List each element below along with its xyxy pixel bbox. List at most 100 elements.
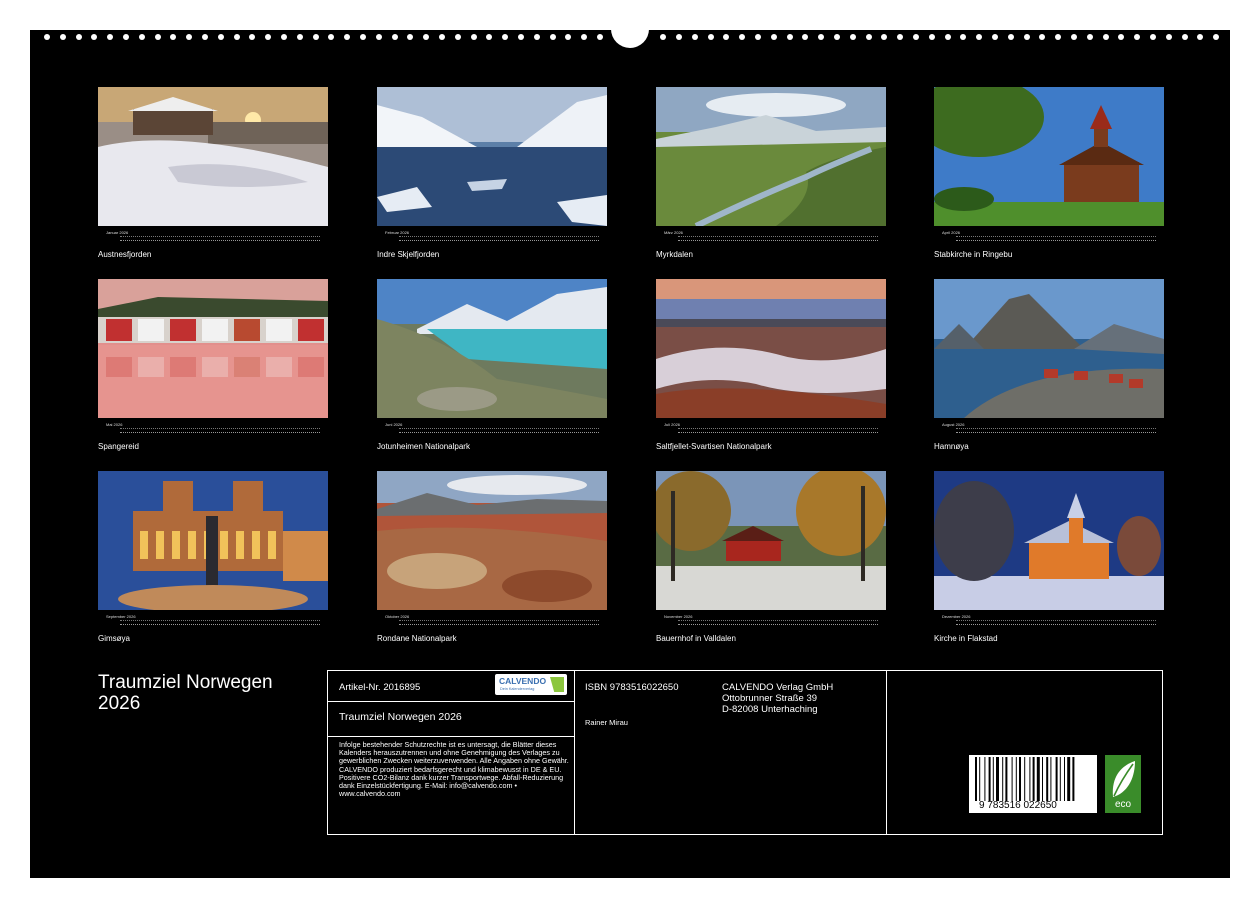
- publisher-city: D-82008 Unterhaching: [722, 704, 818, 715]
- barcode-bar: [1067, 757, 1071, 801]
- month-caption: Rondane Nationalpark: [377, 634, 457, 643]
- mini-calendar: März 2026: [664, 230, 878, 244]
- binding-hole: [945, 34, 951, 40]
- binding-hole: [913, 34, 919, 40]
- month-caption: Bauernhof in Valldalen: [656, 634, 736, 643]
- binding-hole: [881, 34, 887, 40]
- mini-calendar: November 2026: [664, 614, 878, 628]
- month-photo: [656, 87, 886, 226]
- isbn: ISBN 9783516022650: [585, 682, 679, 693]
- barcode-bar: [992, 757, 994, 801]
- weekday-row: [399, 236, 599, 238]
- month-photo: [934, 279, 1164, 418]
- binding-hole: [376, 34, 382, 40]
- barcode-bars: [975, 757, 1075, 801]
- binding-hole: [471, 34, 477, 40]
- publisher-street: Ottobrunner Straße 39: [722, 693, 818, 704]
- day-number-row: [399, 432, 599, 434]
- month-photo: [377, 87, 607, 226]
- binding-hole: [344, 34, 350, 40]
- calvendo-mark-icon: [550, 677, 564, 692]
- month-photo: [934, 471, 1164, 610]
- weekday-row: [956, 428, 1156, 430]
- binding-hole: [155, 34, 161, 40]
- barcode-bar: [1036, 757, 1040, 801]
- binding-hole: [787, 34, 793, 40]
- barcode-bar: [1046, 757, 1049, 801]
- binding-hole: [139, 34, 145, 40]
- binding-hole: [550, 34, 556, 40]
- weekday-row: [120, 236, 320, 238]
- day-number-row: [678, 240, 878, 242]
- binding-hole: [265, 34, 271, 40]
- binding-hole: [1071, 34, 1077, 40]
- month-caption: Austnesfjorden: [98, 250, 152, 259]
- month-photo: [98, 279, 328, 418]
- mini-calendar-month: Juni 2026: [385, 422, 403, 427]
- month-photo: [377, 471, 607, 610]
- binding-hole: [1039, 34, 1045, 40]
- binding-hole: [1103, 34, 1109, 40]
- weekday-row: [120, 428, 320, 430]
- hanger-notch: [611, 28, 649, 48]
- binding-hole: [723, 34, 729, 40]
- binding-hole: [1182, 34, 1188, 40]
- calendar-title-line2: 2026: [98, 693, 141, 714]
- month-caption: Hamnøya: [934, 442, 969, 451]
- binding-hole: [597, 34, 603, 40]
- day-number-row: [399, 240, 599, 242]
- binding-hole: [486, 34, 492, 40]
- barcode-bar: [988, 757, 991, 801]
- binding-hole: [976, 34, 982, 40]
- month-photo: [656, 471, 886, 610]
- binding-hole: [1213, 34, 1219, 40]
- barcode-bar: [1072, 757, 1075, 801]
- day-number-row: [956, 240, 1156, 242]
- mini-calendar-month: Januar 2026: [106, 230, 129, 235]
- binding-hole: [960, 34, 966, 40]
- mini-calendar-month: August 2026: [942, 422, 965, 427]
- binding-hole: [439, 34, 445, 40]
- mini-calendar-month: Februar 2026: [385, 230, 410, 235]
- binding-hole: [392, 34, 398, 40]
- mini-calendar-month: September 2026: [106, 614, 136, 619]
- month-caption: Spangereid: [98, 442, 139, 451]
- binding-hole: [565, 34, 571, 40]
- mini-calendar: Mai 2026: [106, 422, 320, 436]
- mini-calendar: Januar 2026: [106, 230, 320, 244]
- day-number-row: [678, 624, 878, 626]
- mini-calendar-month: April 2026: [942, 230, 961, 235]
- binding-hole: [76, 34, 82, 40]
- mini-calendar-month: Mai 2026: [106, 422, 123, 427]
- day-number-row: [956, 624, 1156, 626]
- month-photo: [98, 87, 328, 226]
- day-number-row: [120, 240, 320, 242]
- binding-hole: [834, 34, 840, 40]
- mini-calendar: Dezember 2026: [942, 614, 1156, 628]
- barcode-bar: [979, 757, 981, 801]
- barcode-bar: [1032, 757, 1035, 801]
- weekday-row: [956, 236, 1156, 238]
- weekday-row: [678, 236, 878, 238]
- mini-calendar: April 2026: [942, 230, 1156, 244]
- month-caption: Stabkirche in Ringebu: [934, 250, 1013, 259]
- day-number-row: [678, 432, 878, 434]
- day-number-row: [120, 432, 320, 434]
- mini-calendar: Juni 2026: [385, 422, 599, 436]
- binding-hole: [929, 34, 935, 40]
- legal-notice: Infolge bestehender Schutzrechte ist es …: [339, 740, 569, 799]
- binding-hole: [423, 34, 429, 40]
- binding-hole: [249, 34, 255, 40]
- binding-hole: [186, 34, 192, 40]
- author: Rainer Mirau: [585, 718, 628, 727]
- calvendo-tagline: Dein Kalenderverlag: [500, 687, 535, 691]
- binding-hole: [297, 34, 303, 40]
- binding-hole: [455, 34, 461, 40]
- barcode-bar: [1050, 757, 1052, 801]
- barcode-bar: [1064, 757, 1065, 801]
- binding-hole: [1134, 34, 1140, 40]
- binding-hole: [1166, 34, 1172, 40]
- barcode-digits: 9 783516 022650: [979, 800, 1057, 811]
- weekday-row: [399, 428, 599, 430]
- mini-calendar-month: Dezember 2026: [942, 614, 971, 619]
